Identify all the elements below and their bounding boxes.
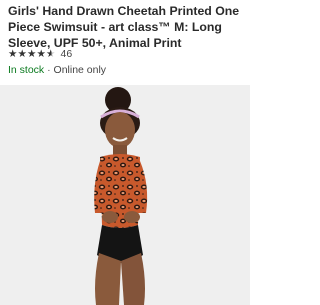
stock-status: In stock [8, 64, 45, 76]
product-photo-icon [0, 85, 250, 305]
star-rating: ★ ★ ★ ★ ★ [8, 48, 56, 60]
product-title-line: Girls' Hand Drawn Cheetah Printed One [8, 4, 240, 18]
separator: · [44, 64, 54, 76]
availability-row: In stock · Online only [8, 64, 106, 76]
review-count[interactable]: 46 [61, 48, 73, 60]
product-title-line: Piece Swimsuit - art class™ M: Long [8, 20, 222, 34]
star-icon: ★ [36, 48, 46, 60]
availability-note: Online only [53, 64, 107, 76]
half-star-icon: ★ [46, 48, 56, 60]
rating-summary[interactable]: ★ ★ ★ ★ ★ 46 [8, 48, 72, 60]
product-title: Girls' Hand Drawn Cheetah Printed One Pi… [8, 3, 244, 51]
star-icon: ★ [27, 48, 37, 60]
star-icon: ★ [17, 48, 27, 60]
star-icon: ★ [8, 48, 18, 60]
product-image[interactable] [0, 85, 250, 305]
